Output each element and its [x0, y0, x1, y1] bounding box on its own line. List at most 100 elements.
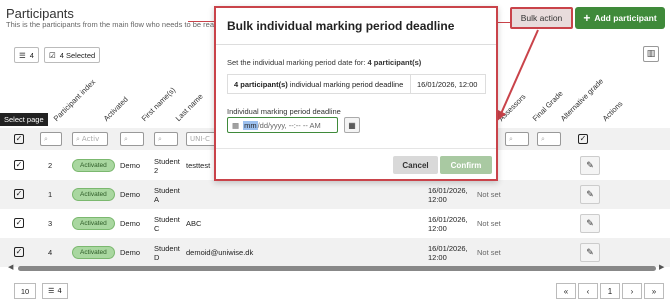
col-participant-index[interactable]: Participant index [52, 77, 98, 123]
list-count-chip[interactable]: ☰ 4 [14, 47, 39, 63]
col-first-name[interactable]: First name(s) [140, 85, 178, 123]
calendar-icon: ▦ [232, 120, 240, 130]
bulk-deadline-modal: Bulk individual marking period deadline … [214, 6, 498, 181]
status-badge: Activated [72, 159, 115, 172]
scroll-left-icon[interactable]: ◀ [8, 263, 13, 271]
deadline-summary: 4 participant(s) individual marking peri… [227, 74, 486, 94]
list-count: 4 [29, 50, 34, 60]
next-page-icon[interactable]: › [622, 283, 642, 299]
assessor: Not set [477, 190, 501, 199]
calendar-picker-button[interactable]: ▦ [344, 117, 360, 133]
deadline-field-label: Individual marking period deadline [227, 107, 341, 116]
first-name: Demo [120, 248, 141, 257]
summary-count: 4 participant(s) [234, 79, 288, 89]
first-page-icon[interactable]: « [556, 283, 576, 299]
page-size-select[interactable]: 10 [14, 283, 36, 299]
col-actions[interactable]: Actions [601, 99, 625, 123]
modal-description-count: 4 participant(s) [367, 58, 422, 67]
edit-icon[interactable]: ✎ [580, 156, 600, 175]
participant-index: 2 [48, 161, 53, 170]
activated-filter[interactable]: ⌕ Activ [72, 132, 108, 146]
modal-title: Bulk individual marking period deadline [227, 19, 455, 33]
table-row[interactable]: ✓ 1 Activated Demo Student A 16/01/2026,… [0, 180, 670, 209]
email: testtest [186, 161, 211, 170]
divider [216, 148, 496, 149]
edit-icon[interactable]: ✎ [580, 214, 600, 233]
participant-index: 1 [48, 190, 53, 199]
email: ABC [186, 219, 202, 228]
summary-label: individual marking period deadline [289, 79, 404, 89]
prev-page-icon[interactable]: ‹ [578, 283, 598, 299]
col-alternative-grade[interactable]: Alternative grade [559, 77, 605, 123]
annotation-arrow-icon [496, 29, 539, 122]
selected-chip[interactable]: ☑ 4 Selected [44, 47, 101, 63]
search-icon: ⌕ [509, 134, 513, 143]
columns-icon[interactable]: ▥ [643, 46, 659, 62]
table-row[interactable]: ✓ 4 Activated Demo Student D demoid@uniw… [0, 238, 670, 267]
participant-index: 4 [48, 248, 53, 257]
current-page[interactable]: 1 [600, 283, 620, 299]
participant-index: 3 [48, 219, 53, 228]
status-badge: Activated [72, 188, 115, 201]
last-name: Student A [154, 185, 180, 204]
last-name-filter[interactable]: ⌕ [154, 132, 178, 146]
last-name: Student 2 [154, 156, 180, 175]
modal-description: Set the individual marking period date f… [227, 58, 421, 67]
search-icon: ⌕ [124, 134, 128, 143]
edit-icon[interactable]: ✎ [580, 185, 600, 204]
deadline-date-input[interactable]: ▦ mm/dd/yyyy, --:-- -- AM [227, 117, 338, 133]
search-icon: ⌕ [76, 134, 80, 143]
col-activated[interactable]: Activated [102, 95, 130, 123]
add-participant-label: Add participant [594, 13, 657, 23]
index-filter[interactable]: ⌕ [40, 132, 62, 146]
row-checkbox[interactable]: ✓ [14, 160, 24, 170]
deadline: 16/01/2026, 12:00 [428, 214, 468, 233]
col-last-name[interactable]: Last name [174, 92, 205, 123]
deadline: 16/01/2026, 12:00 [428, 243, 468, 262]
table-row[interactable]: ✓ 3 Activated Demo Student C ABC 16/01/2… [0, 209, 670, 238]
edit-icon[interactable]: ✎ [580, 243, 600, 262]
select-page-tooltip: Select page [0, 113, 48, 126]
list-icon: ☰ [48, 287, 55, 295]
select-page-checkbox[interactable]: ✓ [14, 134, 24, 144]
first-name: Demo [120, 219, 141, 228]
bulk-action-button[interactable]: Bulk action [510, 7, 573, 29]
assessor: Not set [477, 219, 501, 228]
date-rest-segment[interactable]: /dd/yyyy, --:-- -- AM [258, 121, 321, 130]
annotation-line [497, 22, 511, 23]
annotation-line [188, 21, 216, 22]
assessor: Not set [477, 248, 501, 257]
row-checkbox[interactable]: ✓ [14, 247, 24, 257]
results-count: ☰ 4 [42, 283, 68, 299]
selected-count: 4 Selected [59, 50, 96, 60]
modal-description-prefix: Set the individual marking period date f… [227, 58, 366, 67]
add-participant-button[interactable]: + Add participant [575, 7, 665, 29]
plus-icon: + [583, 11, 591, 25]
status-badge: Activated [72, 217, 115, 230]
horizontal-scrollbar[interactable] [18, 266, 656, 271]
activated-filter-placeholder: Activ [81, 135, 100, 143]
results-count-value: 4 [57, 287, 62, 295]
first-name-filter[interactable]: ⌕ [120, 132, 144, 146]
confirm-button[interactable]: Confirm [440, 156, 492, 174]
email-filter[interactable]: UNI-C [186, 132, 216, 146]
checkbox-icon: ☑ [49, 50, 56, 60]
first-name: Demo [120, 161, 141, 170]
date-month-segment[interactable]: mm [243, 120, 258, 130]
last-page-icon[interactable]: » [644, 283, 664, 299]
search-icon: ⌕ [541, 134, 545, 143]
email: demoid@uniwise.dk [186, 248, 254, 257]
deadline: 16/01/2026, 12:00 [428, 185, 468, 204]
divider [216, 44, 496, 45]
last-name: Student C [154, 214, 180, 233]
search-icon: ⌕ [158, 134, 162, 143]
assessor-filter[interactable]: ⌕ [505, 132, 529, 146]
row-checkbox[interactable]: ✓ [14, 189, 24, 199]
final-grade-filter[interactable]: ⌕ [537, 132, 561, 146]
scroll-right-icon[interactable]: ▶ [659, 263, 664, 271]
status-badge: Activated [72, 246, 115, 259]
email-filter-placeholder: UNI-C [190, 135, 210, 143]
row-checkbox[interactable]: ✓ [14, 218, 24, 228]
alternative-grade-filter-checkbox[interactable]: ✓ [578, 134, 588, 144]
cancel-button[interactable]: Cancel [393, 156, 438, 174]
